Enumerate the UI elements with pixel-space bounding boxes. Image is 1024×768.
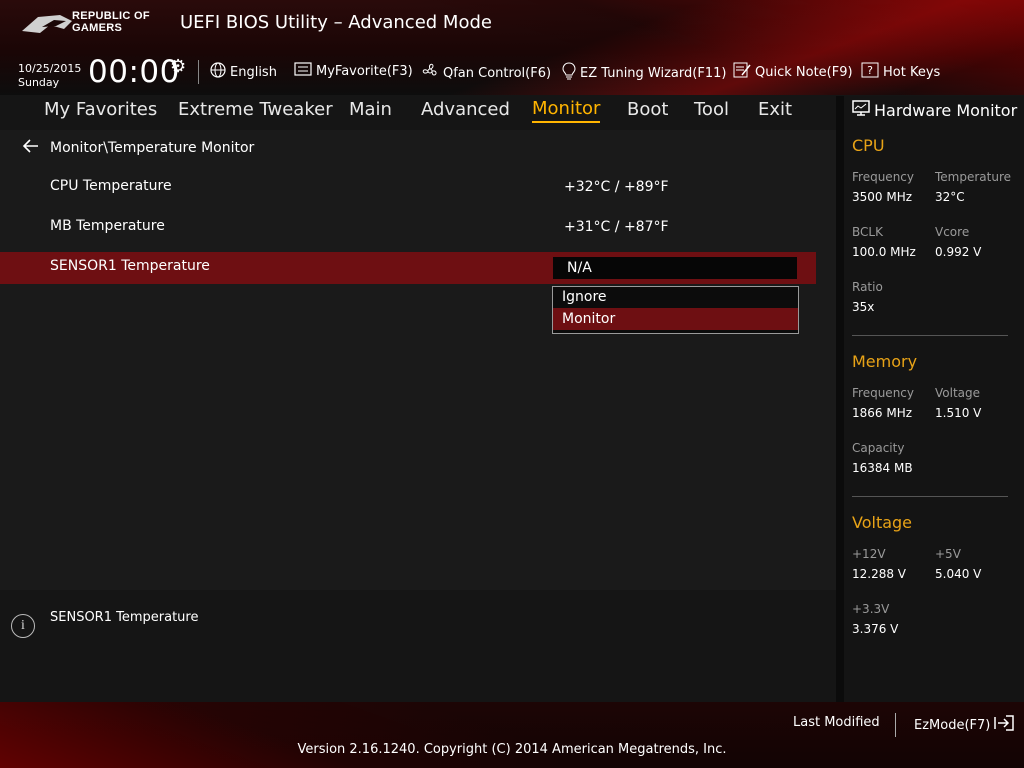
fan-icon	[421, 62, 439, 84]
footer-divider	[895, 713, 896, 737]
hardware-monitor-title-text: Hardware Monitor	[874, 100, 1018, 120]
memory-frequency-label: Frequency	[852, 386, 914, 400]
tab-boot[interactable]: Boot	[627, 99, 668, 120]
lightbulb-icon	[562, 62, 576, 84]
myfavorite-button[interactable]: MyFavorite(F3)	[294, 62, 413, 80]
vcore-value: 0.992 V	[935, 245, 982, 259]
sensor1-temperature-select[interactable]: N/A	[553, 257, 797, 279]
ezmode-label: EzMode(F7)	[914, 717, 991, 733]
voltage-section-title: Voltage	[852, 513, 913, 532]
memory-section-title: Memory	[852, 352, 918, 371]
ez-tuning-button[interactable]: EZ Tuning Wizard(F11)	[562, 62, 726, 84]
memory-capacity-value: 16384 MB	[852, 461, 913, 475]
ez-tuning-label: EZ Tuning Wizard(F11)	[580, 65, 727, 81]
info-icon: i	[11, 614, 35, 638]
version-text: Version 2.16.1240. Copyright (C) 2014 Am…	[297, 742, 727, 757]
cpu-section-title: CPU	[852, 136, 885, 155]
svg-text:?: ?	[867, 64, 873, 77]
qfan-label: Qfan Control(F6)	[443, 65, 552, 81]
toolbar-divider	[198, 60, 199, 84]
qfan-button[interactable]: Qfan Control(F6)	[421, 62, 551, 84]
note-icon	[733, 62, 751, 82]
date-text: 10/25/2015	[18, 62, 82, 75]
back-arrow-icon[interactable]	[22, 138, 40, 158]
brand-line1: REPUBLIC OF	[72, 10, 150, 22]
hot-keys-button[interactable]: ? Hot Keys	[861, 62, 940, 82]
v12-label: +12V	[852, 547, 886, 561]
tab-main[interactable]: Main	[349, 99, 392, 120]
ratio-value: 35x	[852, 300, 875, 314]
brand-line2: GAMERS	[72, 22, 123, 34]
language-button[interactable]: English	[210, 62, 277, 82]
question-box-icon: ?	[861, 62, 879, 82]
cpu-temperature-hw-value: 32°C	[935, 190, 965, 204]
brand-text: REPUBLIC OF GAMERS	[72, 10, 150, 34]
cpu-frequency-label: Frequency	[852, 170, 914, 184]
hardware-monitor-title: Hardware Monitor	[852, 100, 1017, 120]
app-title: UEFI BIOS Utility – Advanced Mode	[180, 12, 492, 33]
globe-icon	[210, 62, 226, 82]
cpu-temperature-label: CPU Temperature	[50, 178, 172, 194]
last-modified-button[interactable]: Last Modified	[793, 715, 880, 730]
dropdown-option-label: Ignore	[562, 289, 607, 305]
tab-tool[interactable]: Tool	[694, 99, 729, 120]
memory-voltage-label: Voltage	[935, 386, 981, 400]
exit-arrow-icon	[994, 715, 1015, 735]
clock-display: 00:00	[88, 54, 180, 90]
mb-temperature-value: +31°C / +87°F	[564, 219, 669, 235]
hot-keys-label: Hot Keys	[883, 64, 941, 80]
bclk-label: BCLK	[852, 225, 883, 239]
v5-label: +5V	[935, 547, 961, 561]
date-display: 10/25/2015 Sunday	[18, 62, 81, 90]
v33-value: 3.376 V	[852, 622, 899, 636]
sensor1-dropdown-menu: Ignore Monitor	[552, 286, 799, 334]
cpu-frequency-value: 3500 MHz	[852, 190, 913, 204]
ratio-label: Ratio	[852, 280, 883, 294]
bclk-value: 100.0 MHz	[852, 245, 916, 259]
cpu-temperature-value: +32°C / +89°F	[564, 179, 669, 195]
ezmode-button[interactable]: EzMode(F7)	[914, 715, 1015, 735]
day-text: Sunday	[18, 76, 60, 89]
dropdown-option-monitor[interactable]: Monitor	[553, 308, 798, 330]
tab-my-favorites[interactable]: My Favorites	[44, 99, 157, 120]
tab-extreme-tweaker[interactable]: Extreme Tweaker	[178, 99, 333, 120]
tab-exit[interactable]: Exit	[758, 99, 792, 120]
help-text: SENSOR1 Temperature	[50, 610, 199, 625]
v12-value: 12.288 V	[852, 567, 907, 581]
monitor-screen-icon	[852, 100, 870, 120]
tab-monitor[interactable]: Monitor	[532, 99, 601, 123]
myfavorite-label: MyFavorite(F3)	[316, 63, 413, 79]
dropdown-option-label: Monitor	[562, 311, 616, 327]
language-label: English	[230, 64, 277, 80]
memory-voltage-value: 1.510 V	[935, 406, 982, 420]
v33-label: +3.3V	[852, 602, 890, 616]
mb-temperature-label: MB Temperature	[50, 218, 165, 234]
memory-frequency-value: 1866 MHz	[852, 406, 913, 420]
v5-value: 5.040 V	[935, 567, 982, 581]
memory-capacity-label: Capacity	[852, 441, 905, 455]
gear-icon[interactable]: ⚙	[170, 56, 186, 77]
tab-advanced[interactable]: Advanced	[421, 99, 510, 120]
dropdown-option-ignore[interactable]: Ignore	[553, 286, 798, 308]
vcore-label: Vcore	[935, 225, 970, 239]
section-divider	[852, 496, 1008, 497]
cpu-temperature-hw-label: Temperature	[935, 170, 1012, 184]
section-divider	[852, 335, 1008, 336]
main-panel	[0, 130, 836, 590]
sensor1-temperature-value: N/A	[567, 260, 592, 276]
quick-note-label: Quick Note(F9)	[755, 64, 853, 80]
quick-note-button[interactable]: Quick Note(F9)	[733, 62, 853, 82]
sensor1-temperature-label: SENSOR1 Temperature	[50, 258, 210, 274]
footer-bar	[0, 702, 1024, 768]
favorite-list-icon	[294, 62, 312, 80]
breadcrumb: Monitor\Temperature Monitor	[50, 140, 255, 156]
